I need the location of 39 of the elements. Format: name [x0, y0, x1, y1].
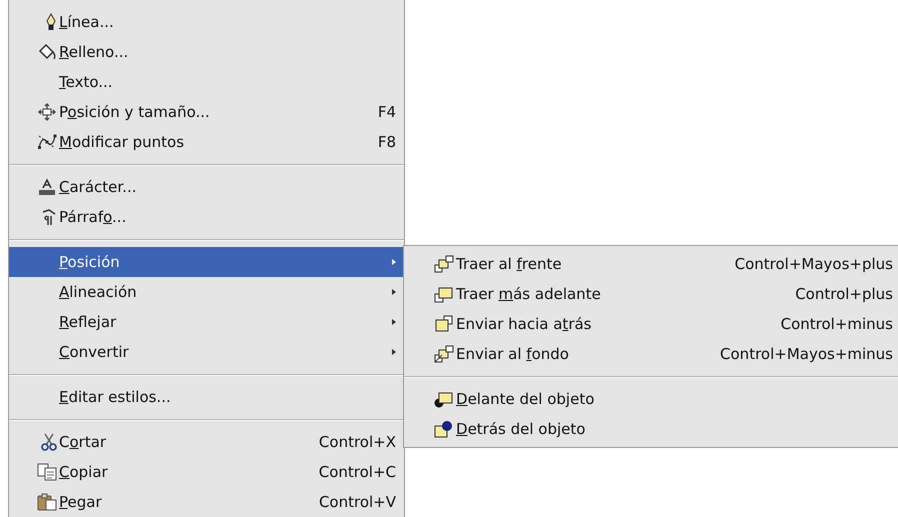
menu-item[interactable]: Reflejar	[9, 307, 404, 337]
submenu-arrow-icon	[392, 319, 396, 325]
menu-item[interactable]: Traer al frente Control+Mayos+plus	[404, 249, 898, 279]
scissors-icon	[41, 433, 57, 451]
menu-item[interactable]: Párrafo...	[9, 202, 404, 232]
submenu-arrow-icon	[392, 289, 396, 295]
stacked-squares-icon	[434, 255, 454, 273]
stacked-squares-icon	[434, 345, 454, 363]
menu-item[interactable]: Cortar Control+X	[9, 427, 404, 457]
square-over-circle-icon	[434, 390, 454, 408]
submenu-arrow-icon	[392, 259, 396, 265]
menu-item[interactable]: Texto...	[9, 67, 404, 97]
menu-item[interactable]: Editar estilos...	[9, 382, 404, 412]
curve-points-icon	[37, 133, 57, 151]
menu-item[interactable]: Traer más adelante Control+plus	[404, 279, 898, 309]
stacked-squares-icon	[434, 315, 454, 333]
clipboard-icon	[37, 493, 57, 511]
menu-item[interactable]: Pegar Control+V	[9, 487, 404, 517]
menu-item[interactable]: Delante del objeto	[404, 384, 898, 414]
menu-item[interactable]: Carácter...	[9, 172, 404, 202]
menu-item[interactable]: Enviar hacia atrás Control+minus	[404, 309, 898, 339]
menu-item[interactable]: Posición y tamaño... F4	[9, 97, 404, 127]
move-arrows-icon	[37, 103, 57, 121]
bucket-icon	[37, 43, 57, 61]
menu-item[interactable]: Alineación	[9, 277, 404, 307]
menu-item[interactable]: Enviar al fondo Control+Mayos+minus	[404, 339, 898, 369]
menu-item[interactable]: Convertir	[9, 337, 404, 367]
stacked-squares-icon	[434, 285, 454, 303]
menu-item[interactable]: Detrás del objeto	[404, 414, 898, 444]
copy-icon	[37, 463, 57, 481]
menu-item[interactable]: Línea...	[9, 7, 404, 37]
circle-over-square-icon	[434, 420, 454, 438]
menu-item[interactable]: Modificar puntos F8	[9, 127, 404, 157]
menu-item[interactable]: Posición	[9, 247, 404, 277]
menu-item[interactable]: Relleno...	[9, 37, 404, 67]
submenu-arrow-icon	[392, 349, 396, 355]
menu-item[interactable]: Copiar Control+C	[9, 457, 404, 487]
character-icon	[37, 178, 57, 196]
pen-icon	[45, 13, 57, 31]
